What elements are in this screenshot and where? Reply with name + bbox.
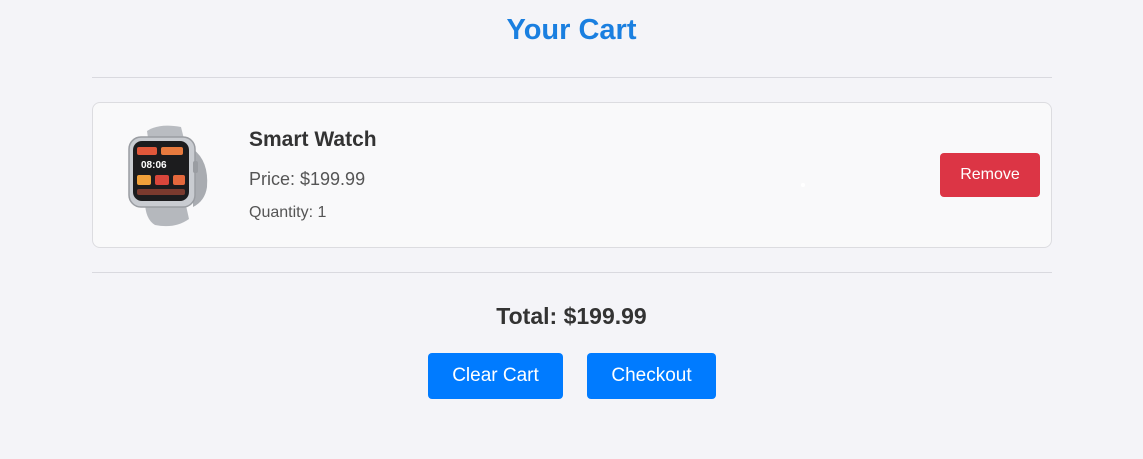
svg-text:08:06: 08:06 <box>141 160 167 171</box>
item-name: Smart Watch <box>249 128 377 151</box>
top-divider <box>92 77 1052 78</box>
page-title: Your Cart <box>506 14 637 46</box>
cart-total: Total: $199.99 <box>496 303 647 329</box>
remove-button[interactable]: Remove <box>940 153 1040 197</box>
bottom-divider <box>92 272 1052 273</box>
cart-item: 08:06 Smart Watch Price: $199.99 Quantit… <box>92 102 1052 248</box>
cart-page: Your Cart 08:06 Smart Watch Price: $199.… <box>0 0 1143 459</box>
item-quantity: Quantity: 1 <box>249 204 327 221</box>
checkout-button[interactable]: Checkout <box>587 353 716 399</box>
clear-cart-button[interactable]: Clear Cart <box>428 353 563 399</box>
item-price: Price: $199.99 <box>249 169 366 189</box>
decorative-dot <box>801 183 805 187</box>
smartwatch-image: 08:06 <box>128 125 208 227</box>
